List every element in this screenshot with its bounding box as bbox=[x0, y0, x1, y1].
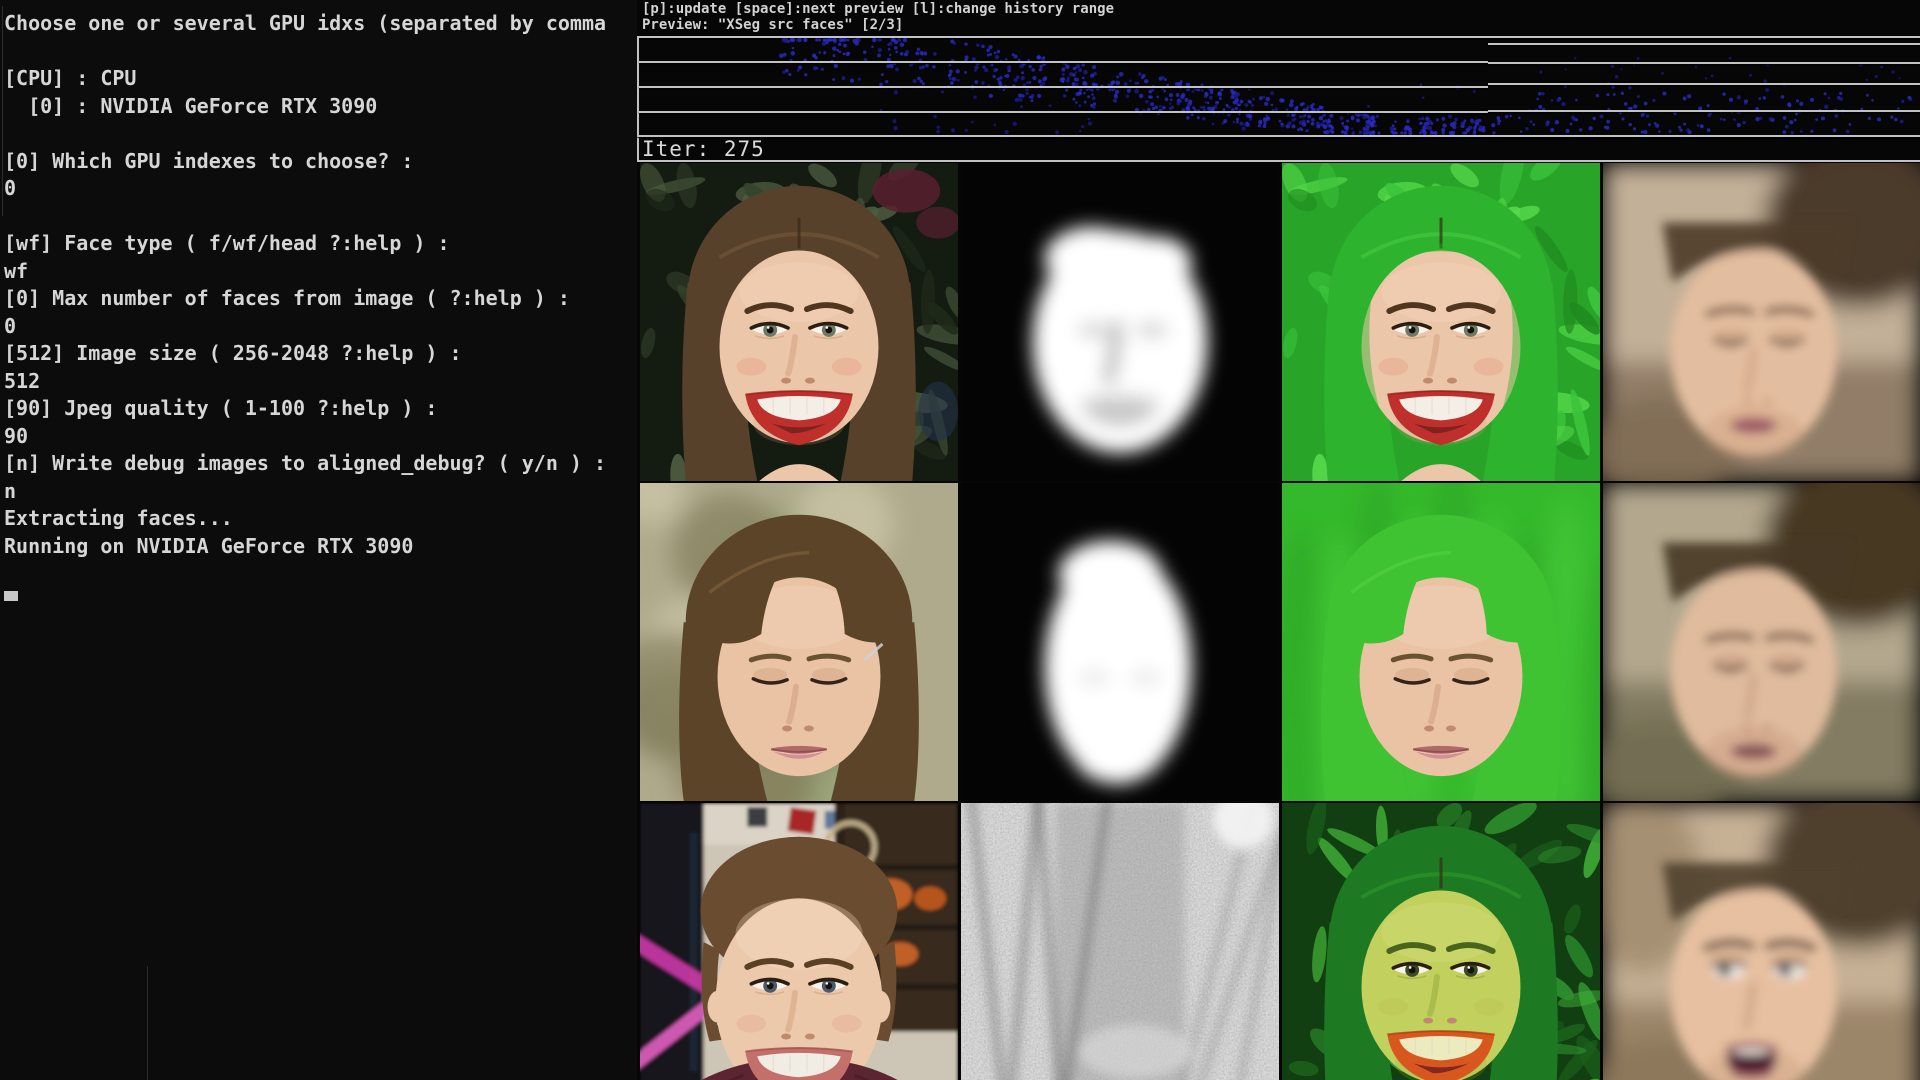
loss-graph-gridline bbox=[639, 61, 1488, 63]
console-text-cursor bbox=[4, 591, 18, 601]
preview-image bbox=[1282, 803, 1600, 1080]
preview-image bbox=[1282, 483, 1600, 801]
preview-cell-r2c3-mask-overlay-green bbox=[1282, 483, 1600, 801]
window-edge-artifact bbox=[147, 966, 148, 1080]
preview-cell-r3c3-mask-overlay-tinted bbox=[1282, 803, 1600, 1080]
iteration-counter: Iter: 275 bbox=[642, 139, 765, 159]
preview-cell-r1c4-network-output bbox=[1603, 163, 1920, 481]
preview-image bbox=[961, 163, 1279, 481]
preview-hotkeys-help: [p]:update [space]:next preview [l]:chan… bbox=[642, 1, 1114, 17]
loss-graph-gridline bbox=[1488, 83, 1920, 85]
preview-image bbox=[640, 803, 958, 1080]
loss-graph-gridline bbox=[1488, 43, 1920, 45]
preview-cell-r1c3-mask-overlay-green bbox=[1282, 163, 1600, 481]
preview-cell-r2c4-network-output bbox=[1603, 483, 1920, 801]
preview-cell-r2c1-src-face-photo bbox=[640, 483, 958, 801]
iter-bar-bottom-line bbox=[637, 160, 1920, 162]
preview-image bbox=[1603, 803, 1920, 1080]
preview-image bbox=[1603, 163, 1920, 481]
preview-image bbox=[640, 483, 958, 801]
console-output-text: Choose one or several GPU idxs (separate… bbox=[4, 10, 606, 560]
loss-graph-gridline bbox=[1488, 110, 1920, 112]
desktop: { "terminal": { "bg_color": "#0c0c0c", "… bbox=[0, 0, 1920, 1080]
preview-cell-r2c2-predicted-mask bbox=[961, 483, 1279, 801]
preview-image bbox=[1603, 483, 1920, 801]
preview-cell-r1c1-src-face-photo bbox=[640, 163, 958, 481]
preview-image bbox=[961, 803, 1279, 1080]
preview-cell-r3c4-network-output bbox=[1603, 803, 1920, 1080]
console-window[interactable]: Choose one or several GPU idxs (separate… bbox=[0, 0, 640, 1080]
loss-graph-gridline bbox=[639, 111, 1488, 113]
xseg-preview-window[interactable]: [p]:update [space]:next preview [l]:chan… bbox=[637, 0, 1920, 1080]
preview-image bbox=[640, 163, 958, 481]
iter-bar-top-line bbox=[637, 135, 1920, 137]
preview-cell-r3c1-src-face-photo bbox=[640, 803, 958, 1080]
preview-image bbox=[961, 483, 1279, 801]
loss-graph-gridline bbox=[1488, 62, 1920, 64]
preview-image bbox=[1282, 163, 1600, 481]
console-left-border bbox=[2, 6, 3, 216]
preview-title: Preview: "XSeg src faces" [2/3] bbox=[642, 17, 903, 33]
loss-graph-gridline bbox=[639, 86, 1488, 88]
preview-cell-r1c2-predicted-mask bbox=[961, 163, 1279, 481]
preview-cell-r3c2-predicted-mask-noise bbox=[961, 803, 1279, 1080]
